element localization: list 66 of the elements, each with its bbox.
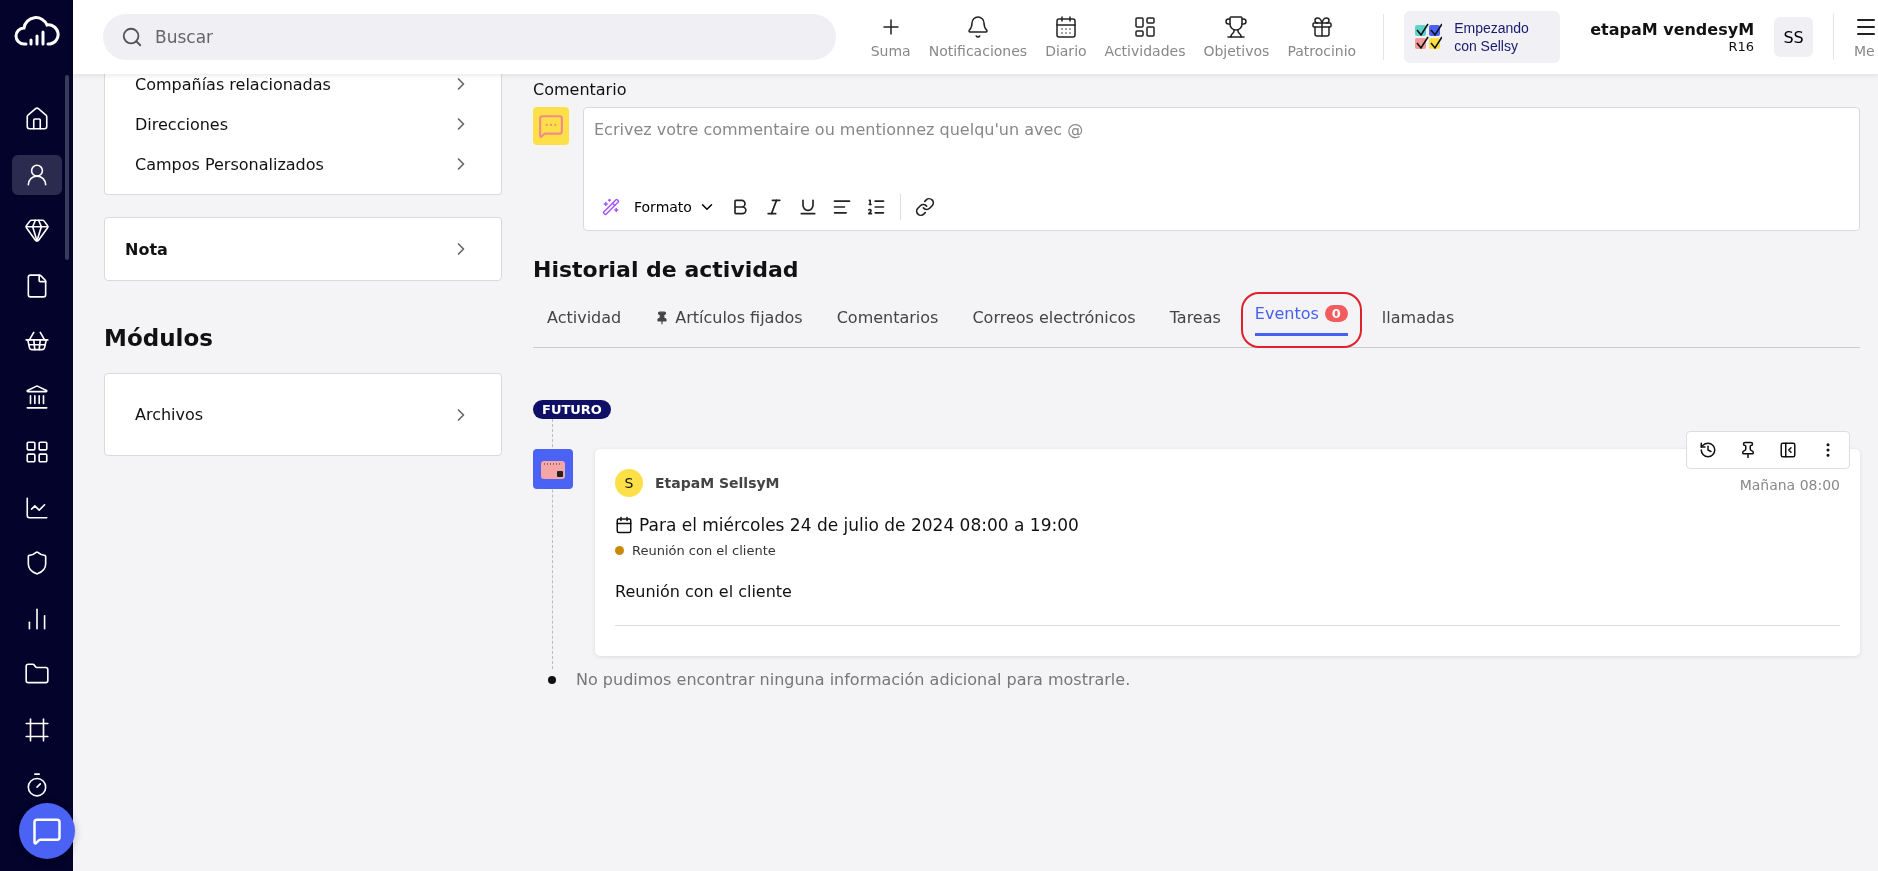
- event-time: Mañana 08:00: [1739, 477, 1840, 493]
- user-name: etapaM vendesyM: [1590, 20, 1755, 39]
- magic-wand-icon[interactable]: [602, 198, 620, 216]
- comment-label: Comentario: [533, 80, 628, 99]
- diamond-icon: [23, 217, 50, 243]
- menu-button[interactable]: Me: [1854, 15, 1878, 59]
- details-row[interactable]: Direcciones: [105, 104, 501, 144]
- grid-icon: [23, 439, 50, 465]
- pin-icon: [655, 310, 670, 325]
- speech-bubble-icon: [538, 113, 564, 139]
- empty-message: No pudimos encontrar ninguna información adicional para mostrarle.: [576, 670, 1131, 689]
- search-field[interactable]: Buscar: [103, 14, 836, 60]
- user-avatar[interactable]: SS: [1774, 17, 1814, 57]
- onboarding-button[interactable]: Empezando con Sellsy: [1404, 11, 1561, 63]
- bell-icon: [965, 15, 990, 39]
- user-code: R16: [1728, 39, 1755, 54]
- frame-icon: [23, 716, 50, 743]
- home-icon: [23, 106, 50, 132]
- toolbar-button[interactable]: Suma: [863, 15, 918, 59]
- pin-icon[interactable]: [1739, 441, 1757, 459]
- calendar-icon: [1053, 15, 1078, 39]
- search-icon: [121, 26, 143, 48]
- note-row[interactable]: Nota: [105, 218, 501, 280]
- count-badge: 0: [1324, 305, 1348, 322]
- numbered-list-icon[interactable]: [865, 197, 886, 217]
- tab[interactable]: Comentarios: [836, 298, 939, 340]
- timeline-dot: [548, 675, 556, 684]
- bullet-list-icon[interactable]: [831, 197, 852, 217]
- section-title: Módulos: [104, 325, 214, 351]
- trophy-icon: [1224, 15, 1249, 39]
- tab[interactable]: Tareas: [1169, 298, 1221, 340]
- scrollbar[interactable]: [65, 75, 69, 260]
- event-title: Reunión con el cliente: [615, 582, 1840, 626]
- bank-icon: [23, 383, 50, 410]
- chat-launcher-button[interactable]: [19, 803, 75, 859]
- event-icon: [533, 449, 573, 489]
- format-dropdown[interactable]: Formato: [634, 198, 716, 216]
- toolbar-button[interactable]: Patrocinio: [1280, 15, 1364, 59]
- tab[interactable]: Artículos fijados: [655, 298, 803, 340]
- event-schedule: Para el miércoles 24 de julio de 2024 08:00 a 19:00: [639, 515, 1079, 535]
- author-avatar: S: [615, 469, 643, 497]
- toolbar-button[interactable]: Actividades: [1097, 15, 1193, 59]
- details-row[interactable]: Compañías relacionadas: [105, 74, 501, 104]
- toolbar-button[interactable]: Notificaciones: [921, 15, 1035, 59]
- tab[interactable]: Correos electrónicos: [972, 298, 1136, 340]
- details-row[interactable]: Campos Personalizados: [105, 144, 501, 184]
- dashboard-icon: [1133, 15, 1157, 39]
- link-icon[interactable]: [914, 197, 935, 217]
- author-name: EtapaM SellsyM: [655, 475, 781, 491]
- toolbar-button[interactable]: Objetivos: [1196, 15, 1277, 59]
- module-row[interactable]: Archivos: [105, 394, 501, 435]
- panel-icon[interactable]: [1779, 441, 1797, 459]
- gift-icon: [1309, 15, 1334, 39]
- checkboxes-icon: [1414, 23, 1443, 51]
- calendar-icon: [615, 516, 633, 534]
- group-badge: FUTURO: [533, 400, 611, 419]
- tab[interactable]: llamadas: [1381, 298, 1455, 340]
- tab[interactable]: Eventos 0: [1254, 294, 1348, 336]
- tab[interactable]: Actividad: [547, 298, 622, 340]
- history-icon[interactable]: [1699, 441, 1717, 459]
- toolbar-button[interactable]: Diario: [1038, 15, 1094, 59]
- chat-icon: [32, 816, 62, 846]
- event-tag: Reunión con el cliente: [632, 543, 776, 558]
- section-title: Historial de actividad: [533, 257, 800, 282]
- sidebar-item[interactable]: [11, 154, 62, 195]
- cloud-chart-logo[interactable]: [13, 14, 60, 48]
